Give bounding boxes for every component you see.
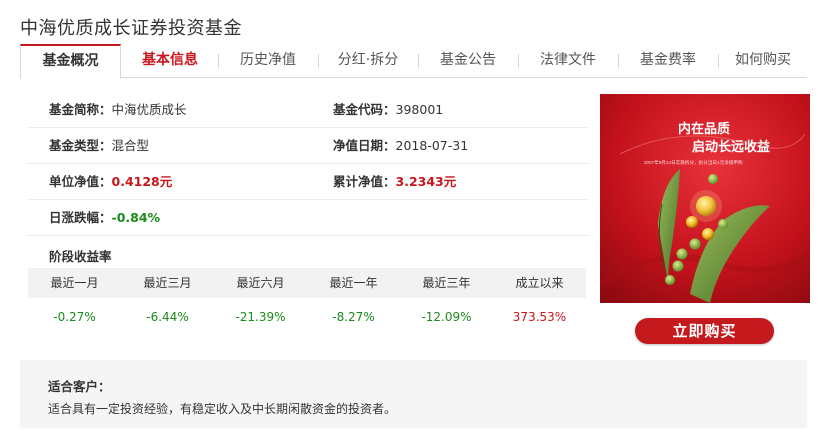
- banner-headline-1: 内在品质: [678, 121, 730, 136]
- performance-header-cell: 最近三月: [143, 276, 192, 290]
- fund-type-value: 混合型: [111, 138, 150, 153]
- performance-header-cell: 最近三年: [422, 276, 471, 290]
- tab-dividend-split[interactable]: 分红·拆分: [320, 44, 416, 78]
- performance-header-cell: 最近一年: [329, 276, 378, 290]
- fund-code-label: 基金代码：: [333, 102, 396, 117]
- tab-fees[interactable]: 基金费率: [620, 44, 716, 78]
- nav-date-value: 2018-07-31: [395, 138, 469, 153]
- performance-title: 阶段收益率: [49, 249, 112, 264]
- performance-value-cell: 373.53%: [512, 310, 567, 324]
- accumulated-nav: 累计净值：3.2343元: [333, 164, 456, 200]
- tab-divider: [218, 54, 219, 68]
- nav-date: 净值日期：2018-07-31: [333, 128, 468, 164]
- performance-values-row: -0.27% -6.44% -21.39% -8.27% -12.09% 373…: [28, 300, 586, 334]
- fund-code: 基金代码：398001: [333, 92, 443, 128]
- suitable-clients-title: 适合客户：: [48, 379, 111, 394]
- fund-type: 基金类型：混合型: [49, 128, 149, 164]
- tab-bar: 基金概况 基本信息 历史净值 分红·拆分 基金公告 法律文件 基金费率 如何购买: [20, 44, 807, 79]
- fund-banner-image[interactable]: 内在品质 启动长远收益 2007年9月14日实施拆分，拆分当日1元净值申购: [600, 94, 810, 303]
- daily-change: 日涨跌幅：-0.84%: [49, 200, 160, 236]
- tab-basic-info[interactable]: 基本信息: [124, 44, 216, 78]
- tab-how-to-buy[interactable]: 如何购买: [720, 44, 806, 78]
- tab-announcements[interactable]: 基金公告: [420, 44, 516, 78]
- info-row: 基金简称：中海优质成长 基金代码：398001: [28, 92, 588, 128]
- unit-nav: 单位净值：0.4128元: [49, 164, 172, 200]
- info-row: 基金类型：混合型 净值日期：2018-07-31: [28, 128, 588, 164]
- unit-nav-value: 0.4128元: [111, 174, 173, 189]
- info-row: 日涨跌幅：-0.84%: [28, 200, 588, 236]
- fund-abbr-label: 基金简称：: [49, 102, 112, 117]
- accumulated-nav-value: 3.2343元: [395, 174, 457, 189]
- accumulated-nav-label: 累计净值：: [333, 174, 396, 189]
- fund-type-label: 基金类型：: [49, 138, 112, 153]
- performance-header-cell: 最近一月: [50, 276, 99, 290]
- tab-fund-overview[interactable]: 基金概况: [20, 44, 121, 79]
- tab-divider: [418, 54, 419, 68]
- info-row: 单位净值：0.4128元 累计净值：3.2343元: [28, 164, 588, 200]
- tab-nav-history[interactable]: 历史净值: [220, 44, 316, 78]
- tab-divider: [618, 54, 619, 68]
- fund-code-value: 398001: [395, 102, 444, 117]
- page-title: 中海优质成长证券投资基金: [20, 18, 242, 39]
- suitable-clients-text: 适合具有一定投资经验，有稳定收入及中长期闲散资金的投资者。: [48, 402, 397, 416]
- performance-value-cell: -12.09%: [421, 310, 472, 324]
- suitable-clients-panel: 适合客户： 适合具有一定投资经验，有稳定收入及中长期闲散资金的投资者。: [20, 360, 807, 428]
- banner-footnote: 2007年9月14日实施拆分，拆分当日1元净值申购: [644, 159, 743, 166]
- performance-value-cell: -6.44%: [146, 310, 189, 324]
- performance-value-cell: -8.27%: [332, 310, 375, 324]
- buy-now-button[interactable]: 立即购买: [635, 318, 774, 344]
- daily-change-label: 日涨跌幅：: [49, 210, 112, 225]
- fund-abbr-value: 中海优质成长: [111, 102, 187, 117]
- performance-header-cell: 成立以来: [515, 276, 564, 290]
- nav-date-label: 净值日期：: [333, 138, 396, 153]
- tab-divider: [518, 54, 519, 68]
- banner-headline-2: 启动长远收益: [692, 139, 770, 154]
- performance-header-row: 最近一月 最近三月 最近六月 最近一年 最近三年 成立以来: [28, 268, 586, 298]
- performance-value-cell: -21.39%: [235, 310, 286, 324]
- performance-header-cell: 最近六月: [236, 276, 285, 290]
- unit-nav-label: 单位净值：: [49, 174, 112, 189]
- tab-legal-documents[interactable]: 法律文件: [520, 44, 616, 78]
- tab-divider: [318, 54, 319, 68]
- performance-value-cell: -0.27%: [53, 310, 96, 324]
- daily-change-value: -0.84%: [111, 210, 161, 225]
- fund-abbr: 基金简称：中海优质成长: [49, 92, 187, 128]
- tab-divider: [718, 54, 719, 68]
